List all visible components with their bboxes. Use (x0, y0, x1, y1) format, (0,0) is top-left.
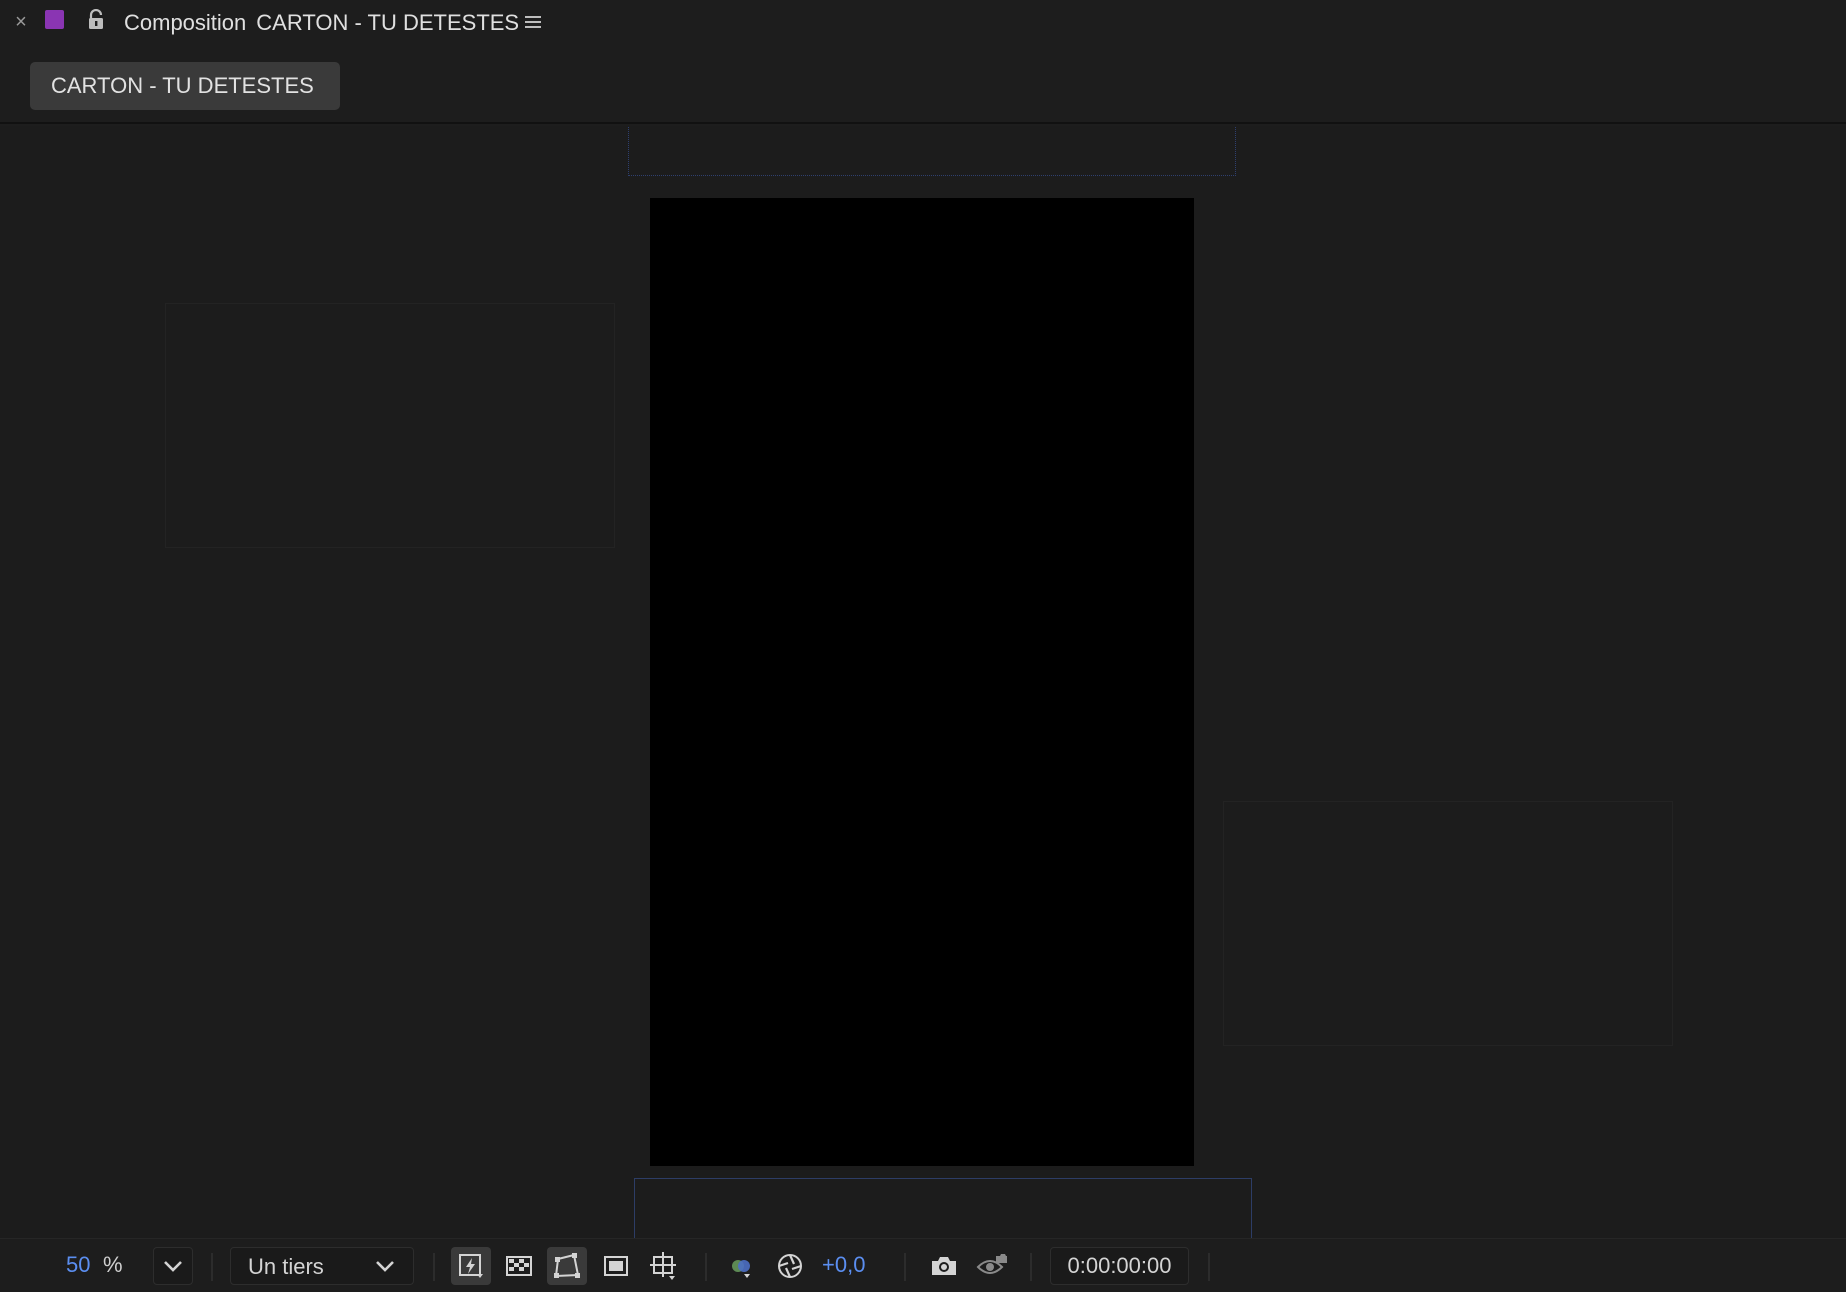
viewer-footer: 50 % Un tiers +0,0 0:00:00:00 (0, 1238, 1846, 1292)
mask-visibility-button[interactable] (547, 1247, 587, 1285)
viewer-region-left (165, 303, 615, 548)
zoom-dropdown[interactable] (153, 1247, 193, 1285)
tab-composition[interactable]: CARTON - TU DETESTES (30, 62, 340, 110)
composition-viewer[interactable] (0, 126, 1846, 1238)
panel-header: × Composition CARTON - TU DETESTES (0, 0, 1846, 46)
toolbar-divider (433, 1253, 435, 1281)
resolution-dropdown[interactable]: Un tiers (230, 1247, 414, 1285)
show-channel-button[interactable] (722, 1247, 762, 1285)
grid-guides-icon (650, 1252, 676, 1280)
snapshot-icon (932, 1257, 956, 1275)
zoom-value[interactable]: 50 (66, 1252, 90, 1278)
composition-tab-bar: CARTON - TU DETESTES (0, 46, 1846, 124)
transparency-grid-icon (506, 1256, 532, 1276)
show-channel-icon (732, 1260, 750, 1278)
chevron-down-icon (164, 1261, 182, 1272)
transparency-grid-button[interactable] (499, 1247, 539, 1285)
panel-title-prefix: Composition (124, 10, 247, 35)
close-panel-button[interactable]: × (12, 12, 30, 32)
region-of-interest-button[interactable] (596, 1247, 636, 1285)
composition-frame[interactable] (650, 198, 1194, 1166)
toolbar-divider (1030, 1253, 1032, 1281)
viewer-region-right (1223, 801, 1673, 1046)
resolution-value: Un tiers (248, 1254, 324, 1279)
show-snapshot-button[interactable] (972, 1247, 1012, 1285)
toolbar-divider (705, 1253, 707, 1281)
toolbar-divider (1208, 1253, 1210, 1281)
grid-guides-button[interactable] (644, 1247, 684, 1285)
layer-bounds-bottom (634, 1178, 1252, 1238)
layer-bounds-top (628, 126, 1236, 176)
current-time-display[interactable]: 0:00:00:00 (1050, 1247, 1189, 1285)
toolbar-divider (211, 1253, 213, 1281)
toolbar-divider (904, 1253, 906, 1281)
show-snapshot-icon (976, 1254, 1007, 1274)
panel-title: Composition CARTON - TU DETESTES (124, 10, 519, 36)
composition-color-icon[interactable] (45, 10, 64, 29)
region-of-interest-icon (604, 1256, 628, 1276)
lock-icon[interactable] (86, 8, 106, 31)
reset-exposure-icon (778, 1254, 802, 1278)
fast-previews-button[interactable] (451, 1247, 491, 1285)
zoom-unit: % (103, 1252, 123, 1277)
reset-exposure-button[interactable] (770, 1247, 810, 1285)
take-snapshot-button[interactable] (924, 1247, 964, 1285)
mask-path-visibility-icon (554, 1253, 580, 1278)
chevron-down-icon (376, 1261, 394, 1272)
panel-title-composition: CARTON - TU DETESTES (256, 10, 520, 35)
fast-previews-icon (459, 1254, 483, 1278)
exposure-value[interactable]: +0,0 (822, 1252, 865, 1278)
panel-menu-icon[interactable] (524, 14, 542, 30)
